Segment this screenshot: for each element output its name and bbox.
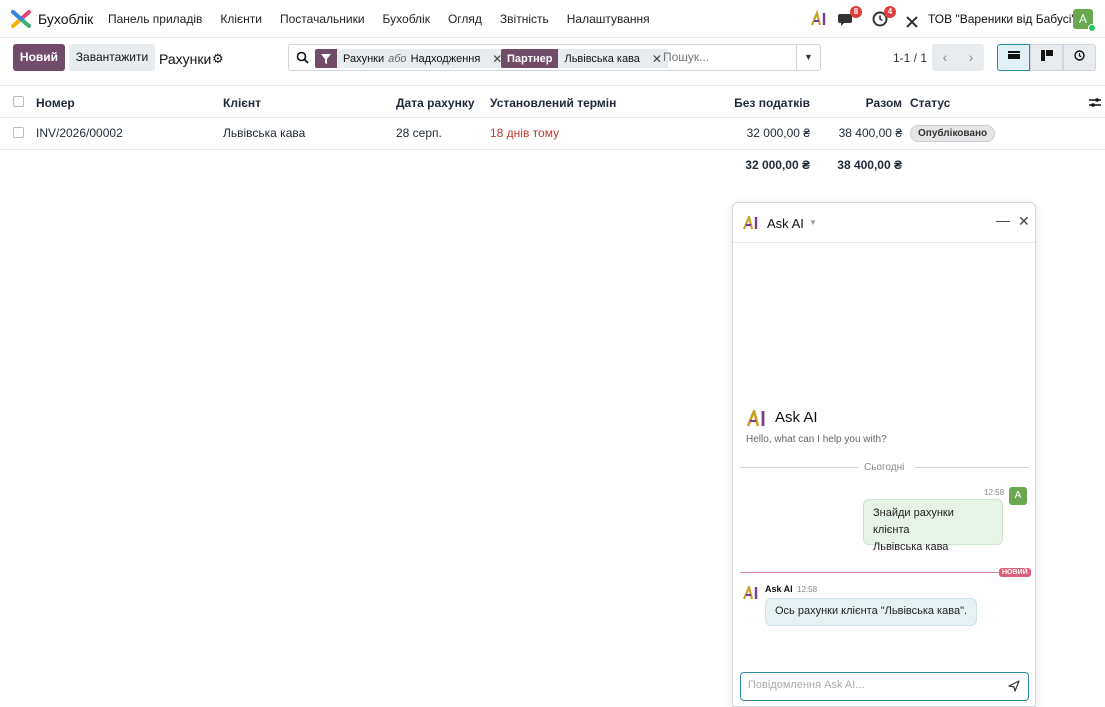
column-header-untaxed[interactable]: Без податків — [734, 96, 810, 110]
activities-count-badge: 4 — [884, 6, 896, 18]
table-totals: 32 000,00 ₴ 38 400,00 ₴ — [0, 150, 1105, 178]
menu-item-accounting[interactable]: Бухоблік — [383, 12, 430, 26]
company-name[interactable]: ТОВ "Вареники від Бабусі" — [928, 12, 1076, 26]
pager-previous-icon[interactable]: ‹ — [932, 44, 958, 71]
main-menu: Панель приладів Клієнти Постачальники Бу… — [108, 12, 668, 26]
new-messages-line — [740, 572, 1004, 573]
date-separator-line-left — [740, 467, 858, 468]
user-message-time: 12:58 — [984, 488, 1005, 497]
optional-columns-icon[interactable] — [1089, 97, 1101, 108]
user-avatar-letter: A — [1078, 12, 1087, 26]
ai-icon[interactable] — [811, 9, 829, 29]
date-separator-line-right — [915, 467, 1029, 468]
minimize-icon[interactable]: — — [996, 212, 1010, 228]
menu-item-review[interactable]: Огляд — [448, 12, 482, 26]
search-options-toggle-icon[interactable]: ▼ — [796, 45, 820, 70]
column-header-number[interactable]: Номер — [36, 96, 75, 110]
ai-message-author: Ask AI — [765, 584, 793, 594]
partner-facet-tag: Партнер — [501, 49, 559, 68]
company-switch-icon[interactable] — [905, 12, 919, 32]
pager-next-icon[interactable]: › — [958, 44, 984, 71]
list-view-icon[interactable] — [997, 44, 1030, 71]
chat-header[interactable]: Ask AI ▼ — ✕ — [733, 203, 1035, 243]
table-header: Номер Клієнт Дата рахунку Установлений т… — [0, 85, 1105, 118]
user-message-line1: Знайди рахунки клієнта — [873, 507, 954, 536]
chat-title: Ask AI — [767, 216, 804, 231]
partner-facet: Партнер Львівська кава ✕ — [501, 49, 668, 68]
partner-facet-label: Львівська кава — [564, 52, 640, 65]
pager-value[interactable]: 1-1 / 1 — [893, 51, 927, 65]
column-header-date[interactable]: Дата рахунку — [396, 96, 475, 110]
filter-icon — [315, 49, 337, 68]
ai-intro-logo-icon — [747, 410, 765, 427]
new-button[interactable]: Новий — [13, 44, 65, 71]
facet-value-invoices: Рахунки — [343, 52, 385, 65]
user-avatar[interactable]: A — [1073, 9, 1096, 32]
user-message-avatar: A — [1009, 487, 1027, 505]
partner-facet-value: Львівська кава ✕ — [558, 49, 668, 68]
close-icon[interactable]: ✕ — [1018, 213, 1030, 230]
invoice-date: 28 серп. — [396, 126, 442, 140]
menu-item-vendors[interactable]: Постачальники — [280, 12, 365, 26]
message-input[interactable] — [748, 679, 998, 691]
menu-item-customers[interactable]: Клієнти — [220, 12, 262, 26]
app-name[interactable]: Бухоблік — [38, 11, 93, 27]
ai-logo-icon — [743, 216, 758, 230]
menu-item-configuration[interactable]: Налаштування — [567, 12, 650, 26]
column-header-due[interactable]: Установлений термін — [490, 96, 616, 110]
activities-icon[interactable]: 4 — [872, 6, 896, 29]
date-separator: Сьогодні — [864, 462, 905, 473]
accounting-app-icon[interactable] — [11, 10, 31, 28]
ai-message-bubble: Ось рахунки клієнта "Львівська кава". — [765, 598, 977, 626]
search-icon — [296, 51, 309, 64]
facet-or: або — [388, 52, 407, 65]
kanban-view-icon[interactable] — [1030, 44, 1063, 71]
filter-facet: Рахунки або Надходження ✕ — [315, 49, 509, 68]
select-all-checkbox[interactable] — [13, 96, 24, 107]
invoice-untaxed: 32 000,00 ₴ — [746, 126, 810, 140]
ask-ai-chat-window: Ask AI ▼ — ✕ Ask AI Hello, what can I he… — [732, 202, 1036, 707]
user-message-bubble: Знайди рахунки клієнта Львівська кава — [863, 499, 1003, 553]
ai-message-avatar-icon — [743, 586, 758, 600]
filter-facet-value: Рахунки або Надходження ✕ — [337, 49, 509, 68]
column-header-total[interactable]: Разом — [866, 96, 902, 110]
table-row[interactable]: INV/2026/00002 Львівська кава 28 серп. 1… — [0, 118, 1105, 150]
breadcrumb: Рахунки — [159, 51, 212, 67]
send-icon[interactable] — [1008, 680, 1020, 692]
status-badge: Опубліковано — [910, 125, 996, 142]
column-header-client[interactable]: Клієнт — [223, 96, 261, 110]
intro-title: Ask AI — [775, 409, 818, 426]
menu-item-dashboard[interactable]: Панель приладів — [108, 12, 202, 26]
row-checkbox[interactable] — [13, 127, 24, 138]
ai-message-time: 12:58 — [797, 585, 818, 594]
chevron-down-icon[interactable]: ▼ — [809, 218, 817, 227]
messages-icon[interactable]: 8 — [838, 6, 862, 29]
invoice-client: Львівська кава — [223, 126, 306, 140]
gear-icon[interactable]: ⚙ — [212, 51, 224, 67]
message-composer[interactable] — [740, 672, 1029, 701]
invoice-total: 38 400,00 ₴ — [838, 126, 902, 140]
facet-value-receipts: Надходження — [410, 52, 481, 65]
upload-button[interactable]: Завантажити — [69, 44, 155, 71]
activity-view-icon[interactable] — [1063, 44, 1096, 71]
search-bar[interactable]: Рахунки або Надходження ✕ Партнер Львівс… — [288, 44, 821, 71]
intro-subtitle: Hello, what can I help you with? — [746, 434, 887, 445]
total-amount: 38 400,00 ₴ — [837, 158, 902, 172]
invoice-number: INV/2026/00002 — [36, 126, 123, 140]
total-untaxed: 32 000,00 ₴ — [745, 158, 810, 172]
new-messages-tag: НОВИЙ — [999, 568, 1031, 577]
messages-count-badge: 8 — [850, 6, 862, 18]
online-status-icon — [1088, 24, 1096, 32]
menu-item-reporting[interactable]: Звітність — [500, 12, 549, 26]
remove-partner-facet-icon[interactable]: ✕ — [652, 52, 662, 66]
search-input[interactable] — [663, 50, 793, 64]
user-message-line2: Львівська кава — [873, 541, 949, 553]
top-navbar: Бухоблік Панель приладів Клієнти Постача… — [0, 0, 1105, 38]
invoice-due: 18 днів тому — [490, 126, 560, 140]
column-header-status[interactable]: Статус — [910, 96, 950, 110]
